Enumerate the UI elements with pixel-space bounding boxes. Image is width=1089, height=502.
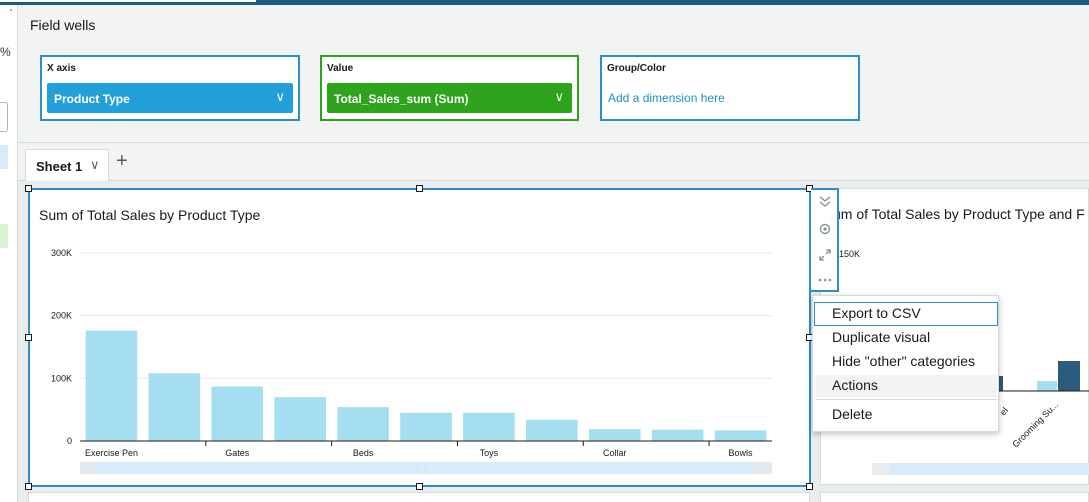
bar[interactable] (211, 386, 264, 441)
expand-icon[interactable] (816, 248, 834, 265)
value-label: Value (327, 63, 354, 74)
resize-handle-left[interactable] (25, 334, 32, 341)
resize-handle-bottom-left[interactable] (25, 483, 32, 490)
bar[interactable] (337, 407, 389, 441)
bar[interactable] (148, 373, 201, 441)
resize-handle-bottom[interactable] (416, 483, 423, 490)
rail-selected-item[interactable] (0, 145, 8, 169)
chevron-down-icon[interactable]: ∨ (90, 157, 100, 173)
y-tick-label: 0 (67, 436, 72, 446)
bar[interactable] (588, 429, 641, 441)
y-tick-label: 300K (51, 248, 72, 258)
value-field-pill[interactable]: Total_Sales_sum (Sum) ∨ (327, 83, 572, 113)
value-field-name: Total_Sales_sum (Sum) (334, 92, 469, 106)
visual-main[interactable]: Sum of Total Sales by Product Type 0 100K… (28, 188, 811, 487)
sheet-tab-label: Sheet 1 (36, 159, 83, 174)
more-icon[interactable] (816, 272, 834, 287)
menu-item-delete[interactable]: Delete (815, 404, 997, 426)
visual-context-menu: Export to CSV Duplicate visual Hide "oth… (812, 295, 999, 432)
menu-item-hide-other[interactable]: Hide "other" categories (815, 351, 997, 373)
top-nav-highlight (0, 0, 256, 2)
x-axis-well[interactable]: X axis Product Type ∨ (40, 55, 300, 121)
scroll-grip-icon[interactable]: ⋮⋮ (418, 465, 434, 474)
right-x-tick: Grooming Su... (1010, 400, 1060, 450)
menu-item-actions[interactable]: Actions (815, 375, 997, 397)
y-tick-label: 200K (51, 311, 72, 321)
right-x-tick: el (998, 405, 1010, 417)
bar[interactable] (651, 429, 704, 441)
rail-measure-item[interactable] (0, 224, 8, 248)
y-tick-label: 100K (51, 373, 72, 383)
scroll-handle-left[interactable] (80, 462, 98, 474)
bar[interactable] (714, 430, 767, 441)
right-y-tick: 150K (839, 249, 860, 259)
chevron-down-icon[interactable]: ∨ (275, 89, 285, 105)
value-well[interactable]: Value Total_Sales_sum (Sum) ∨ (320, 55, 579, 121)
resize-handle-top[interactable] (416, 185, 423, 192)
x-tick-label: Beds (353, 448, 374, 458)
bar[interactable] (400, 412, 452, 441)
resize-handle-top-left[interactable] (25, 185, 32, 192)
rail-input[interactable] (0, 102, 8, 132)
left-rail: ' % (0, 5, 18, 502)
x-axis-field-name: Product Type (54, 92, 130, 106)
bar[interactable] (1058, 361, 1080, 391)
bar-chart: 0 100K 200K 300K Exercise Pen Gates Beds Toys Co… (51, 248, 772, 474)
chevron-down-icon[interactable]: ∨ (554, 89, 564, 105)
field-wells-title: Field wells (30, 17, 96, 33)
right-scrollbar[interactable] (872, 463, 1089, 475)
collapse-icon[interactable] (816, 194, 834, 211)
x-tick-label: Toys (480, 448, 499, 458)
x-tick-label: Exercise Pen (85, 448, 138, 458)
menu-item-export-csv[interactable]: Export to CSV (814, 302, 998, 326)
add-dimension-link[interactable]: Add a dimension here (608, 91, 725, 105)
gear-icon[interactable] (816, 222, 834, 239)
bar[interactable] (463, 412, 515, 441)
sheet-tab-bar: Sheet 1 ∨ + (18, 143, 1089, 181)
menu-item-duplicate-visual[interactable]: Duplicate visual (815, 327, 997, 349)
tab-sheet-1[interactable]: Sheet 1 ∨ (25, 149, 109, 181)
x-axis-label: X axis (47, 63, 76, 74)
bar[interactable] (1037, 381, 1057, 391)
resize-handle-bottom-right[interactable] (806, 483, 813, 490)
field-wells-panel: Field wells X axis Product Type ∨ Value … (18, 5, 1089, 143)
rail-tick: ' (10, 8, 12, 19)
visual-below[interactable] (28, 492, 810, 502)
scroll-handle-right[interactable] (754, 462, 772, 474)
x-tick-label: Gates (225, 448, 250, 458)
x-tick-label: Bowls (729, 448, 754, 458)
visual-toolbar (811, 188, 839, 292)
bar[interactable] (274, 397, 326, 441)
visual-below-right[interactable] (820, 492, 1089, 502)
bar[interactable] (526, 419, 578, 441)
rail-percent: % (0, 45, 11, 59)
x-tick-label: Collar (603, 448, 627, 458)
x-axis-field-pill[interactable]: Product Type ∨ (47, 83, 293, 113)
plus-icon[interactable]: + (116, 151, 128, 171)
menu-divider (815, 399, 997, 400)
group-color-well[interactable]: Group/Color Add a dimension here (600, 55, 860, 121)
bar[interactable] (85, 330, 138, 441)
group-color-label: Group/Color (607, 63, 666, 74)
right-scroll-handle[interactable] (872, 463, 890, 475)
